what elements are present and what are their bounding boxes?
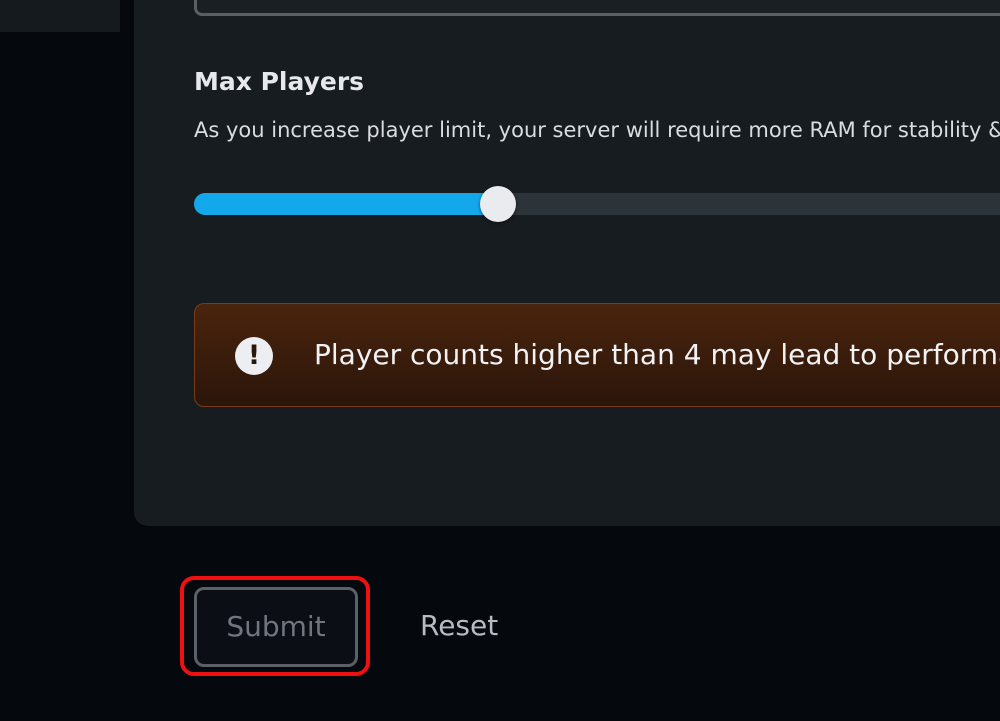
- submit-button[interactable]: Submit: [194, 587, 358, 667]
- max-players-slider[interactable]: [194, 186, 1000, 222]
- performance-warning: ! Player counts higher than 4 may lead t…: [194, 303, 1000, 407]
- exclamation-circle-icon: !: [235, 337, 273, 375]
- max-players-title: Max Players: [194, 67, 365, 96]
- background-block: [0, 0, 120, 32]
- reset-button[interactable]: Reset: [420, 609, 498, 642]
- performance-warning-text: Player counts higher than 4 may lead to …: [314, 338, 1000, 371]
- max-players-description: As you increase player limit, your serve…: [194, 118, 1000, 142]
- max-players-slider-fill: [194, 193, 498, 215]
- max-players-slider-thumb[interactable]: [480, 186, 516, 222]
- previous-input-field[interactable]: [194, 0, 1000, 16]
